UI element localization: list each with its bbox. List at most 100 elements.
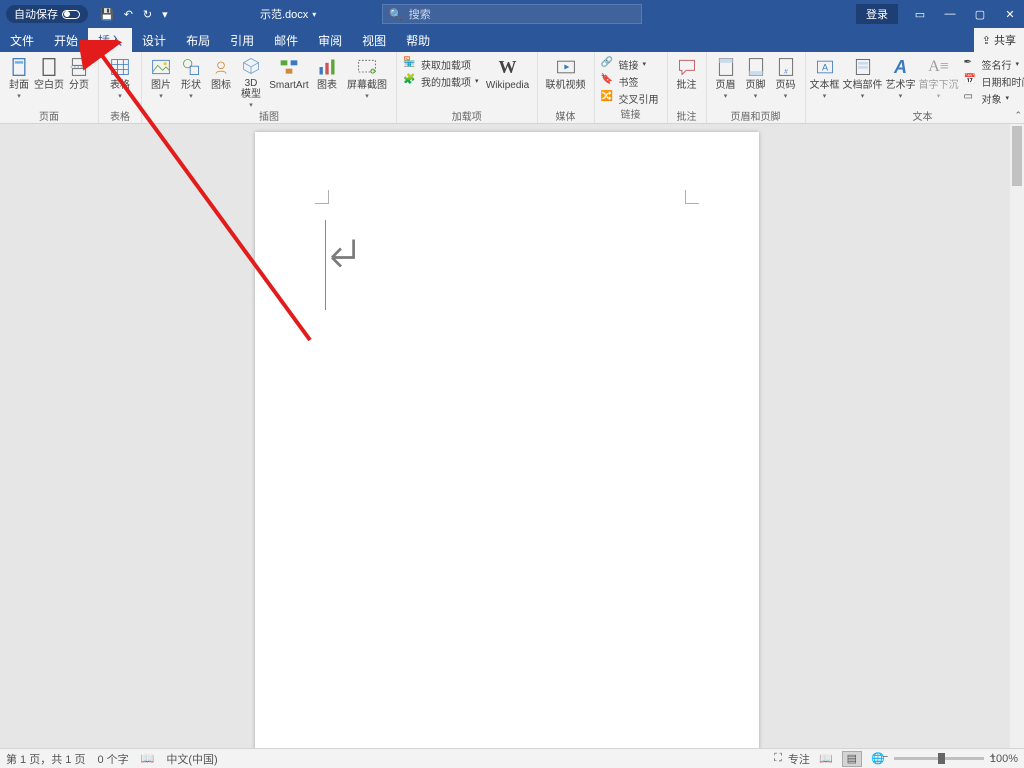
tab-help[interactable]: 帮助 — [396, 28, 440, 52]
link-icon: 🔗 — [601, 57, 615, 71]
smartart-button[interactable]: SmartArt — [266, 54, 312, 108]
get-addins-button[interactable]: 🏪获取加载项 — [403, 56, 479, 72]
group-comments: 批注 批注 — [668, 52, 707, 123]
crossref-icon: 🔀 — [601, 91, 615, 105]
tab-mailings[interactable]: 邮件 — [264, 28, 308, 52]
status-language[interactable]: 中文(中国) — [166, 751, 217, 767]
margin-guide-icon — [685, 190, 699, 204]
tab-insert[interactable]: 插入 — [88, 28, 132, 52]
blank-page-button[interactable]: 空白页 — [34, 54, 64, 108]
maximize-icon[interactable]: ▢ — [966, 0, 994, 28]
textbox-icon: A — [814, 56, 836, 78]
page-break-button[interactable]: 分页 — [64, 54, 94, 108]
header-button[interactable]: 页眉▾ — [711, 54, 741, 108]
minimize-icon[interactable]: — — [936, 0, 964, 28]
toggle-switch-icon — [62, 10, 80, 19]
zoom-knob[interactable] — [938, 753, 945, 764]
cover-page-button[interactable]: 封面▾ — [4, 54, 34, 108]
datetime-icon: 📅 — [964, 74, 978, 88]
wikipedia-button[interactable]: WWikipedia — [483, 54, 533, 108]
focus-icon[interactable]: ⛶ — [774, 752, 782, 765]
status-words[interactable]: 0 个字 — [97, 751, 128, 767]
document-page[interactable] — [255, 132, 759, 748]
tab-layout[interactable]: 布局 — [176, 28, 220, 52]
comment-button[interactable]: 批注 — [672, 54, 702, 108]
view-controls: ⛶ 专注 📖 ▤ 🌐 100% — [774, 751, 1018, 767]
tab-home[interactable]: 开始 — [44, 28, 88, 52]
dropcap-label: 首字下沉 — [919, 80, 959, 91]
close-icon[interactable]: ✕ — [996, 0, 1024, 28]
group-media: 联机视频 媒体 — [538, 52, 595, 123]
share-button[interactable]: ⇪ 共享 — [974, 28, 1024, 52]
title-bar: 自动保存 💾 ↶ ↻ ▾ 示范.docx ▾ 🔍 搜索 登录 ▭ — ▢ ✕ — [0, 0, 1024, 28]
shapes-button[interactable]: 形状▾ — [176, 54, 206, 108]
chart-icon — [316, 56, 338, 78]
model3d-button[interactable]: 3D 模型▾ — [236, 54, 266, 108]
group-media-label: 媒体 — [556, 108, 576, 125]
link-button[interactable]: 🔗链接 ▾ — [601, 56, 659, 72]
crossref-button[interactable]: 🔀交叉引用 — [601, 90, 659, 106]
my-addins-button[interactable]: 🧩我的加载项 ▾ — [403, 73, 479, 89]
screenshot-button[interactable]: 屏幕截图▾ — [342, 54, 392, 108]
dropcap-button[interactable]: A≡首字下沉▾ — [916, 54, 962, 108]
textbox-button[interactable]: A文本框▾ — [810, 54, 840, 108]
print-layout-icon[interactable]: ▤ — [842, 751, 862, 767]
title-dropdown-icon[interactable]: ▾ — [312, 10, 316, 19]
ribbon-display-icon[interactable]: ▭ — [906, 0, 934, 28]
dropcap-icon: A≡ — [928, 56, 950, 78]
group-tables: 表格▾ 表格 — [99, 52, 142, 123]
save-icon[interactable]: 💾 — [100, 8, 114, 21]
footer-button[interactable]: 页脚▾ — [741, 54, 771, 108]
spellcheck-icon[interactable]: 📖 — [141, 752, 155, 765]
datetime-button[interactable]: 📅 日期和时间 — [964, 73, 1024, 89]
paragraph-mark-icon — [323, 232, 359, 279]
autosave-toggle[interactable]: 自动保存 — [6, 5, 88, 23]
icons-icon — [210, 56, 232, 78]
datetime-label: 日期和时间 — [982, 74, 1024, 89]
qat-dropdown-icon[interactable]: ▾ — [162, 8, 168, 21]
tab-design[interactable]: 设计 — [132, 28, 176, 52]
ribbon-tabs: 文件 开始 插入 设计 布局 引用 邮件 审阅 视图 帮助 ⇪ 共享 — [0, 28, 1024, 52]
online-video-button[interactable]: 联机视频 — [542, 54, 590, 108]
pagenum-button[interactable]: #页码▾ — [771, 54, 801, 108]
group-headerfooter-label: 页眉和页脚 — [731, 108, 781, 125]
picture-button[interactable]: 图片▾ — [146, 54, 176, 108]
read-mode-icon[interactable]: 📖 — [816, 751, 836, 767]
tab-review[interactable]: 审阅 — [308, 28, 352, 52]
quickparts-button[interactable]: 文档部件▾ — [840, 54, 886, 108]
cover-page-label: 封面 — [9, 80, 29, 91]
object-button[interactable]: ▭对象▾ — [964, 90, 1024, 106]
table-label: 表格 — [110, 80, 130, 91]
share-icon: ⇪ — [982, 34, 991, 47]
icons-button[interactable]: 图标 — [206, 54, 236, 108]
zoom-slider[interactable] — [894, 757, 984, 760]
scrollbar-thumb[interactable] — [1012, 126, 1022, 186]
undo-icon[interactable]: ↶ — [124, 8, 133, 21]
pagenum-icon: # — [775, 56, 797, 78]
focus-label[interactable]: 专注 — [788, 751, 810, 767]
wordart-button[interactable]: A艺术字▾ — [886, 54, 916, 108]
table-button[interactable]: 表格▾ — [103, 54, 137, 108]
group-pages-label: 页面 — [39, 108, 59, 125]
tab-references[interactable]: 引用 — [220, 28, 264, 52]
login-button[interactable]: 登录 — [856, 4, 898, 24]
vertical-scrollbar[interactable] — [1010, 124, 1024, 748]
group-text: A文本框▾ 文档部件▾ A艺术字▾ A≡首字下沉▾ ✒签名行▾ 📅日期和时间 ▭… — [806, 52, 1024, 123]
bookmark-button[interactable]: 🔖书签 — [601, 73, 659, 89]
svg-text:#: # — [784, 69, 788, 76]
group-text-label: 文本 — [913, 108, 933, 125]
table-icon — [109, 56, 131, 78]
store-icon: 🏪 — [403, 57, 417, 71]
signature-button[interactable]: ✒签名行▾ — [964, 56, 1024, 72]
tab-file[interactable]: 文件 — [0, 28, 44, 52]
status-page[interactable]: 第 1 页，共 1 页 — [6, 751, 85, 767]
chart-button[interactable]: 图表 — [312, 54, 342, 108]
group-illustrations: 图片▾ 形状▾ 图标 3D 模型▾ SmartArt 图表 屏幕截图▾ 插图 — [142, 52, 397, 123]
tab-view[interactable]: 视图 — [352, 28, 396, 52]
collapse-ribbon-icon[interactable]: ⌃ — [1014, 110, 1022, 121]
footer-label: 页脚 — [746, 80, 766, 91]
quick-access-toolbar: 💾 ↶ ↻ ▾ — [100, 8, 168, 21]
search-icon: 🔍 — [389, 8, 403, 21]
redo-icon[interactable]: ↻ — [143, 8, 152, 21]
search-input[interactable]: 🔍 搜索 — [382, 4, 642, 24]
